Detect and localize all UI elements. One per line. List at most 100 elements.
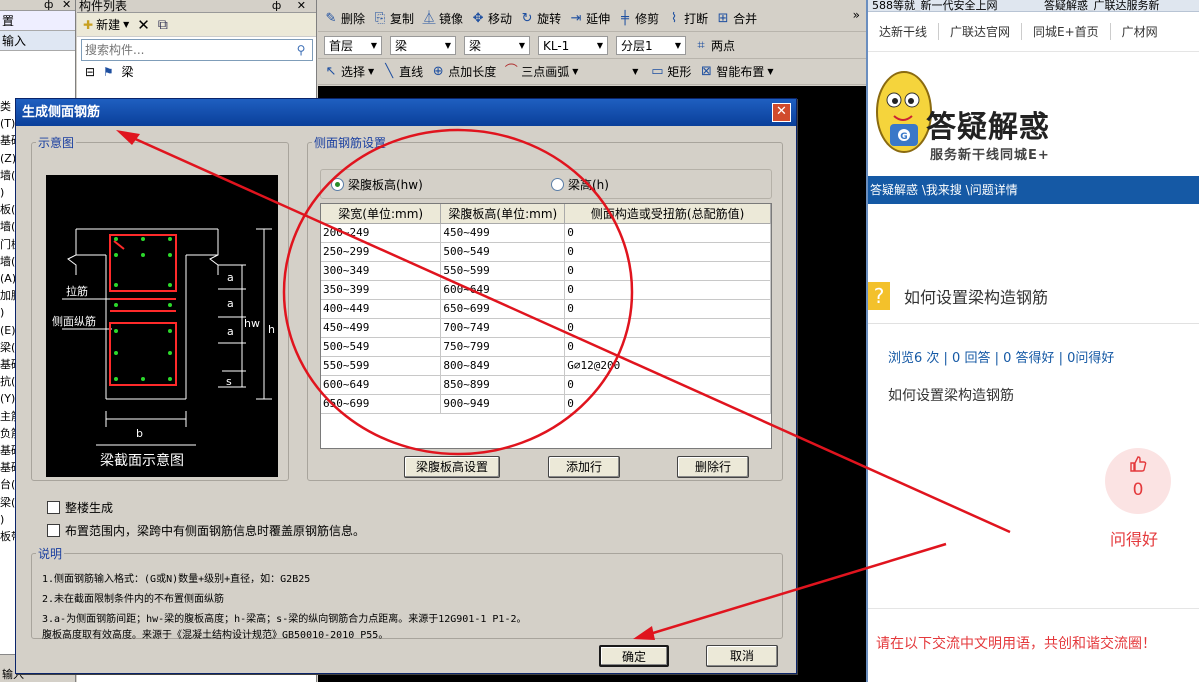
bookmark-0[interactable]: 达新干线 bbox=[868, 23, 940, 40]
left-row-0[interactable]: 置 bbox=[0, 11, 75, 31]
table-cell[interactable]: 900~949 bbox=[440, 394, 566, 414]
table-row[interactable]: 350~399 600~649 0 bbox=[321, 280, 771, 300]
panel-controls[interactable]: ф ✕ bbox=[272, 0, 312, 12]
table-cell[interactable]: 450~499 bbox=[321, 318, 442, 338]
delete-button[interactable]: ✎ 删除 bbox=[324, 10, 365, 27]
line-tool[interactable]: ╲ 直线 bbox=[382, 63, 423, 80]
left-tree-item[interactable]: ) bbox=[0, 306, 4, 320]
table-cell[interactable]: 450~499 bbox=[440, 223, 566, 243]
table-header-1[interactable]: 梁腹板高(单位:mm) bbox=[440, 204, 566, 224]
table-cell[interactable]: 0 bbox=[564, 223, 771, 243]
rectangle-tool[interactable]: ▭ 矩形 bbox=[650, 63, 691, 80]
left-tree-item[interactable]: ) bbox=[0, 513, 4, 527]
table-cell[interactable]: G⌀12@200 bbox=[564, 356, 771, 376]
table-row[interactable]: 550~599 800~849 G⌀12@200 bbox=[321, 356, 771, 376]
copy-component-button[interactable]: ⧉ bbox=[158, 17, 168, 33]
question-stats[interactable]: 浏览6 次 | 0 回答 | 0 答得好 | 0问得好 bbox=[888, 347, 1114, 366]
overwrite-checkbox[interactable]: 布置范围内，梁跨中有侧面钢筋信息时覆盖原钢筋信息。 bbox=[47, 522, 365, 539]
delete-component-button[interactable]: ✕ bbox=[137, 16, 150, 34]
move-button[interactable]: ✥ 移动 bbox=[471, 10, 512, 27]
tree-expander-icon[interactable]: ⊟ bbox=[85, 65, 95, 79]
table-cell[interactable]: 350~399 bbox=[321, 280, 442, 300]
table-cell[interactable]: 500~549 bbox=[321, 337, 442, 357]
table-cell[interactable]: 400~449 bbox=[321, 299, 442, 319]
select-tool[interactable]: ↖ 选择 ▼ bbox=[324, 63, 375, 80]
table-cell[interactable]: 600~649 bbox=[440, 280, 566, 300]
search-input[interactable] bbox=[82, 40, 282, 60]
rotate-button[interactable]: ↻ 旋转 bbox=[520, 10, 561, 27]
new-component-button[interactable]: ✚ 新建 ▼ bbox=[83, 16, 129, 33]
close-icon[interactable]: ✕ bbox=[772, 103, 791, 122]
table-row[interactable]: 450~499 700~749 0 bbox=[321, 318, 771, 338]
left-tree-item[interactable]: 台( bbox=[0, 478, 15, 492]
table-cell[interactable]: 0 bbox=[564, 242, 771, 262]
bookmark-1[interactable]: 广联达官网 bbox=[939, 23, 1023, 40]
point-length-tool[interactable]: ⊕ 点加长度 bbox=[431, 63, 496, 80]
table-cell[interactable]: 500~549 bbox=[440, 242, 566, 262]
type-select[interactable]: 梁 ▼ bbox=[464, 36, 530, 55]
table-cell[interactable]: 0 bbox=[564, 375, 771, 395]
table-cell[interactable]: 300~349 bbox=[321, 261, 442, 281]
table-row[interactable]: 200~249 450~499 0 bbox=[321, 223, 771, 243]
cancel-button[interactable]: 取消 bbox=[706, 645, 778, 667]
left-tree-item[interactable]: (E) bbox=[0, 324, 16, 338]
trim-button[interactable]: ╪ 修剪 bbox=[618, 10, 659, 27]
left-tree-item[interactable]: 梁( bbox=[0, 341, 15, 355]
smart-layout-tool[interactable]: ⊠ 智能布置 ▼ bbox=[699, 63, 774, 80]
table-cell[interactable]: 0 bbox=[564, 337, 771, 357]
table-row[interactable]: 600~649 850~899 0 bbox=[321, 375, 771, 395]
left-tree-item[interactable]: 抗( bbox=[0, 375, 15, 389]
mirror-button[interactable]: ⏅ 镜像 bbox=[422, 10, 464, 27]
left-tree-item[interactable]: (Z) bbox=[0, 152, 16, 166]
table-cell[interactable]: 600~649 bbox=[321, 375, 442, 395]
table-row[interactable]: 650~699 900~949 0 bbox=[321, 394, 771, 414]
like-button[interactable]: 0 bbox=[1105, 448, 1171, 514]
copy-button[interactable]: ⎘ 复制 bbox=[373, 10, 414, 27]
left-tree-item[interactable]: (A) bbox=[0, 272, 16, 286]
table-row[interactable]: 500~549 750~799 0 bbox=[321, 337, 771, 357]
empty-select[interactable]: ▼ bbox=[586, 62, 642, 81]
dialog-titlebar[interactable]: 生成侧面钢筋 ✕ bbox=[16, 99, 796, 126]
left-tree-item[interactable]: 墙( bbox=[0, 169, 15, 183]
table-cell[interactable]: 700~749 bbox=[440, 318, 566, 338]
table-cell[interactable]: 0 bbox=[564, 318, 771, 338]
left-tree-item[interactable]: (Y) bbox=[0, 392, 15, 406]
table-cell[interactable]: 250~299 bbox=[321, 242, 442, 262]
browser-tab-1[interactable]: 答疑解惑_广联达服务新 bbox=[1044, 0, 1160, 11]
left-row-1[interactable]: 输入 bbox=[0, 31, 75, 51]
table-cell[interactable]: 0 bbox=[564, 394, 771, 414]
table-cell[interactable]: 650~699 bbox=[321, 394, 442, 414]
close-icon[interactable]: ✕ bbox=[62, 0, 71, 11]
left-tree-item[interactable]: (T) bbox=[0, 117, 15, 131]
table-row[interactable]: 400~449 650~699 0 bbox=[321, 299, 771, 319]
search-icon[interactable]: ⚲ bbox=[292, 41, 310, 59]
table-cell[interactable]: 0 bbox=[564, 261, 771, 281]
browser-tab-0[interactable]: 588等就_新一代安全上网 bbox=[872, 0, 998, 11]
category-select[interactable]: 梁 ▼ bbox=[390, 36, 456, 55]
web-height-settings-button[interactable]: 梁腹板高设置 bbox=[404, 456, 500, 478]
bookmark-3[interactable]: 广材网 bbox=[1111, 23, 1169, 40]
table-cell[interactable]: 850~899 bbox=[440, 375, 566, 395]
table-row[interactable]: 250~299 500~549 0 bbox=[321, 242, 771, 262]
table-cell[interactable]: 0 bbox=[564, 299, 771, 319]
bookmark-2[interactable]: 同城E+首页 bbox=[1022, 23, 1111, 40]
left-tree-item[interactable]: 梁( bbox=[0, 496, 15, 510]
breadcrumb[interactable]: 答疑解惑 \我来搜 \问题详情 bbox=[868, 176, 1199, 204]
arc-tool[interactable]: ⌒ 三点画弧 ▼ bbox=[504, 63, 579, 80]
left-tree-item[interactable]: ) bbox=[0, 186, 4, 200]
left-tree-item[interactable]: 墙( bbox=[0, 255, 15, 269]
sublayer-select[interactable]: 分层1 ▼ bbox=[616, 36, 686, 55]
table-row[interactable]: 300~349 550~599 0 bbox=[321, 261, 771, 281]
left-tree-item[interactable]: 类 bbox=[0, 100, 11, 114]
toolbar-overflow-icon[interactable]: » bbox=[853, 8, 860, 22]
table-cell[interactable]: 750~799 bbox=[440, 337, 566, 357]
table-cell[interactable]: 800~849 bbox=[440, 356, 566, 376]
tree-item-beam[interactable]: 梁 bbox=[121, 65, 133, 79]
table-cell[interactable]: 650~699 bbox=[440, 299, 566, 319]
extend-button[interactable]: ⇥ 延伸 bbox=[569, 10, 610, 27]
table-cell[interactable]: 0 bbox=[564, 280, 771, 300]
merge-button[interactable]: ⊞ 合并 bbox=[716, 10, 757, 27]
two-points-button[interactable]: ⌗ 两点 bbox=[694, 37, 735, 54]
pin-icon[interactable]: ф bbox=[44, 0, 53, 11]
table-cell[interactable]: 550~599 bbox=[321, 356, 442, 376]
